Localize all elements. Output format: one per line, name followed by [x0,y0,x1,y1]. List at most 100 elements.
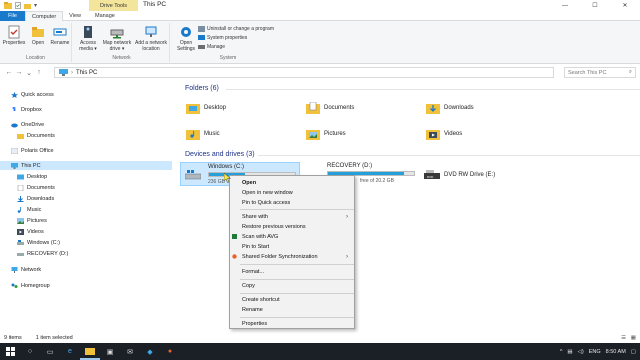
folder-music[interactable]: Music [186,128,220,140]
task-view-icon[interactable]: ▭ [40,343,60,360]
tab-manage[interactable]: Manage [89,11,121,21]
media-app-icon[interactable]: ● [160,343,180,360]
folders-header[interactable]: Folders (6) [185,85,219,92]
ribbon: Properties Open Rename Location Access m… [0,21,640,64]
status-bar: 9 items 1 item selected ☰ ▦ [0,333,640,343]
navigation-pane: Quick access Dropbox OneDrive Documents … [0,85,172,333]
notifications-icon[interactable]: ▢ [631,349,636,355]
nav-item-homegroup[interactable]: Homegroup [11,281,50,290]
minimize-button[interactable]: — [550,0,580,11]
tab-computer[interactable]: Computer [25,11,64,21]
search-input[interactable]: Search This PC ⌕ [564,67,636,78]
edge-icon[interactable]: e [60,343,80,360]
folder-documents[interactable]: Documents [306,102,354,114]
back-icon[interactable]: ← [4,69,14,76]
start-button[interactable] [0,343,20,360]
menu-item-pin-start[interactable]: Pin to Start [230,242,354,251]
music-icon [17,206,21,213]
menu-item-scan-avg[interactable]: Scan with AVG [230,232,354,241]
folder-icon [17,133,24,139]
menu-item-open-new-window[interactable]: Open in new window [230,188,354,197]
large-icons-view-icon[interactable]: ▦ [631,335,636,341]
search-icon: ⌕ [628,69,632,75]
menu-item-format[interactable]: Format... [230,267,354,276]
folder-pictures[interactable]: Pictures [306,128,346,140]
map-network-drive-button[interactable]: Map network drive ▾ [102,25,132,52]
clock[interactable]: 8:50 AM [606,349,626,355]
nav-item-dropbox[interactable]: Dropbox [11,105,42,114]
file-explorer-taskbar-icon[interactable] [80,343,100,360]
nav-item-onedrive[interactable]: OneDrive [11,120,44,129]
rename-icon [53,28,67,36]
app-icon[interactable]: ◆ [140,343,160,360]
nav-item-quick-access[interactable]: Quick access [11,90,54,99]
nav-item-documents[interactable]: Documents [17,183,55,192]
system-properties-button[interactable]: System properties [198,35,247,41]
uninstall-program-button[interactable]: Uninstall or change a program [198,26,274,32]
menu-item-copy[interactable]: Copy [230,281,354,290]
nav-item-desktop[interactable]: Desktop [17,172,47,181]
nav-item-downloads[interactable]: Downloads [17,194,54,203]
folder-videos[interactable]: Videos [426,128,462,140]
volume-icon[interactable]: ◁) [578,349,584,355]
menu-item-share-with[interactable]: Share with › [230,212,354,221]
access-media-button[interactable]: Access media ▾ [76,25,100,52]
properties-button[interactable]: Properties [2,25,26,46]
network-tray-icon[interactable]: ▤ [567,349,572,355]
new-folder-icon[interactable] [24,3,31,9]
tab-view[interactable]: View [63,11,87,21]
menu-separator [240,317,354,318]
maximize-button[interactable]: ☐ [580,0,610,11]
close-button[interactable]: ✕ [610,0,640,11]
details-view-icon[interactable]: ☰ [621,335,626,341]
menu-item-open[interactable]: Open [230,178,354,187]
menu-item-pin-quick-access[interactable]: Pin to Quick access [230,198,354,207]
open-button[interactable]: Open [26,25,50,46]
properties-icon[interactable] [15,2,21,9]
add-network-location-button[interactable]: Add a network location [134,25,168,52]
manage-button[interactable]: Manage [198,44,225,50]
nav-item-recovery-d[interactable]: RECOVERY (D:) [17,249,68,258]
menu-item-properties[interactable]: Properties [230,319,354,328]
nav-item-pictures[interactable]: Pictures [17,216,47,225]
this-pc-icon [11,162,18,169]
tray-overflow-icon[interactable]: ^ [560,349,563,355]
mail-icon[interactable]: ✉ [120,343,140,360]
nav-item-onedrive-documents[interactable]: Documents [17,131,55,140]
nav-item-videos[interactable]: Videos [17,227,44,236]
recent-locations-icon[interactable]: ⌄ [24,69,34,77]
folder-downloads[interactable]: Downloads [426,102,474,114]
menu-item-shared-folder-sync[interactable]: Shared Folder Synchronization › [230,252,354,261]
folder-desktop[interactable]: Desktop [186,102,226,114]
customize-qa-icon[interactable]: ▾ [34,2,37,9]
nav-item-windows-c[interactable]: Windows (C:) [17,238,60,247]
dvd-drive-icon: DVD [424,169,440,179]
polaris-office-icon [11,147,18,154]
open-settings-button[interactable]: Open Settings [174,25,198,52]
videos-folder-icon [426,130,440,140]
input-language[interactable]: ENG [589,349,601,355]
drive-dvd-e[interactable]: DVD DVD RW Drive (E:) [424,165,534,185]
nav-item-polaris-office[interactable]: Polaris Office [11,146,54,155]
address-bar[interactable]: › This PC [54,67,554,78]
store-icon[interactable]: ▣ [100,343,120,360]
menu-item-rename[interactable]: Rename [230,305,354,314]
menu-separator [240,264,354,265]
download-icon [17,195,24,202]
up-icon[interactable]: ↑ [34,69,44,76]
tab-file[interactable]: File [0,11,25,21]
rename-button[interactable]: Rename [48,25,72,46]
devices-header[interactable]: Devices and drives (3) [185,151,255,158]
menu-item-restore-versions[interactable]: Restore previous versions [230,222,354,231]
downloads-folder-icon [426,104,440,114]
search-taskbar-icon[interactable]: ○ [20,343,40,360]
avg-icon [232,234,237,239]
nav-item-this-pc[interactable]: This PC [0,161,172,170]
network-drive-icon [110,29,124,39]
menu-item-create-shortcut[interactable]: Create shortcut [230,295,354,304]
forward-icon[interactable]: → [14,69,24,76]
nav-item-network[interactable]: Network [11,265,41,274]
quick-access-toolbar: ▾ [0,0,37,11]
ribbon-group-network: Access media ▾ Map network drive ▾ Add a… [74,23,170,62]
nav-item-music[interactable]: Music [17,205,41,214]
